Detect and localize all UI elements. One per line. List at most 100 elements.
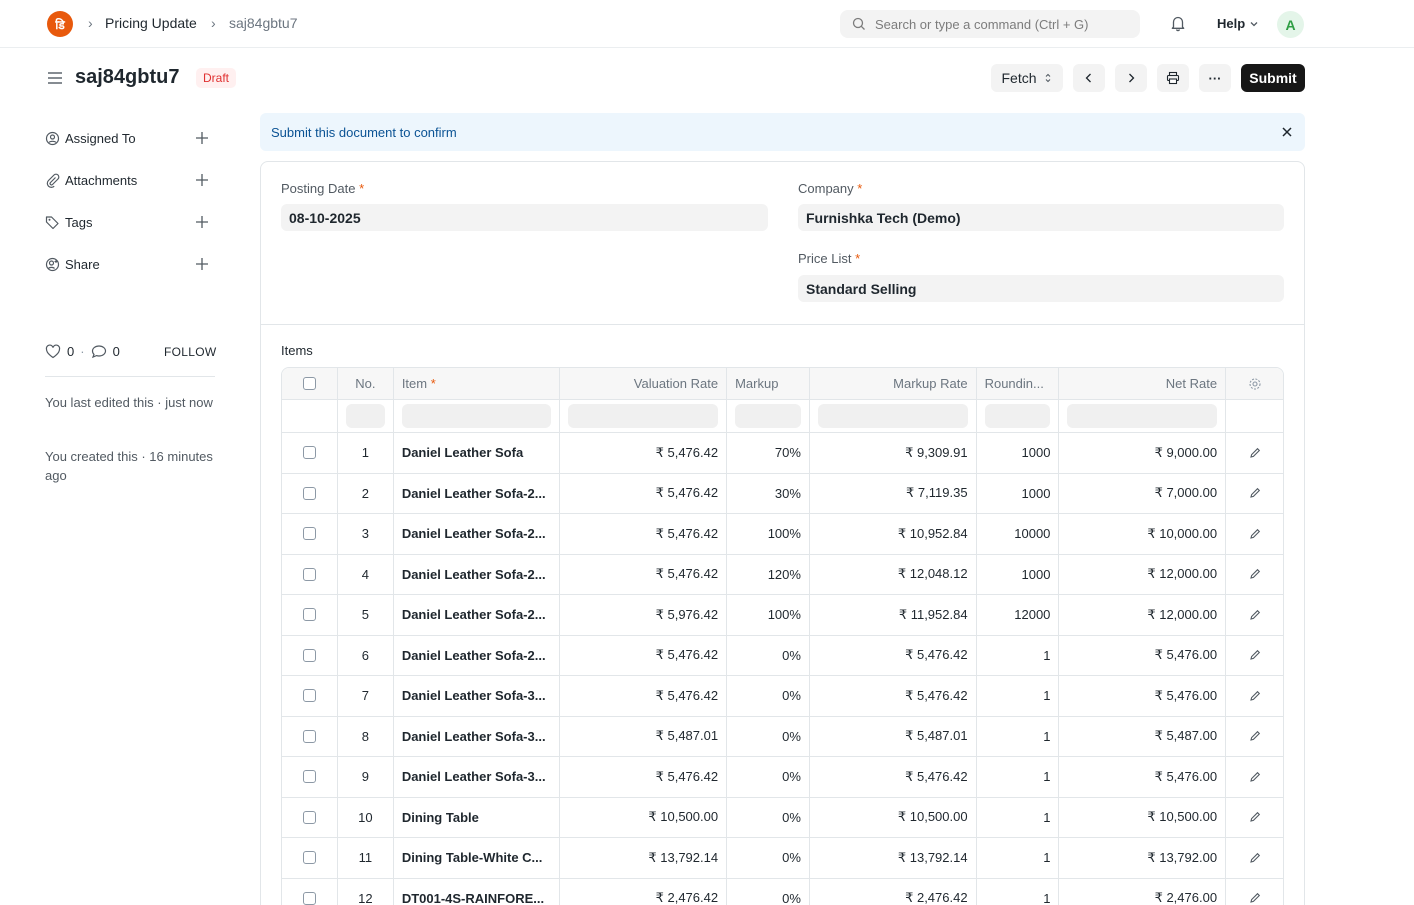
markup-rate-cell[interactable]: ₹ 5,476.42 [810, 635, 977, 675]
edit-row-button[interactable] [1226, 717, 1283, 757]
print-button[interactable] [1157, 64, 1189, 92]
item-code-cell[interactable]: Daniel Leather Sofa-3... [394, 676, 561, 716]
table-row[interactable]: 4 Daniel Leather Sofa-2... ₹ 5,476.42 120% ₹… [282, 554, 1283, 595]
rounding-cell[interactable]: 1 [977, 878, 1060, 905]
item-code-cell[interactable]: Daniel Leather Sofa-3... [394, 716, 561, 756]
row-checkbox[interactable] [302, 891, 316, 905]
sidebar-toggle-icon[interactable] [47, 70, 63, 86]
sidebar-item-share[interactable]: Share [45, 257, 100, 272]
markup-cell[interactable]: 100% [727, 595, 810, 635]
markup-cell[interactable]: 0% [727, 757, 810, 797]
filter-input-valuation-rate[interactable] [568, 404, 719, 428]
markup-rate-cell[interactable]: ₹ 5,476.42 [810, 676, 977, 716]
heart-icon[interactable] [45, 344, 61, 359]
markup-rate-cell[interactable]: ₹ 2,476.42 [810, 878, 977, 905]
markup-cell[interactable]: 0% [727, 716, 810, 756]
valuation-rate-cell[interactable]: ₹ 5,476.42 [560, 635, 728, 675]
item-code-cell[interactable]: Daniel Leather Sofa-2... [394, 595, 561, 635]
rounding-cell[interactable]: 12000 [977, 595, 1060, 635]
valuation-rate-cell[interactable]: ₹ 5,476.42 [560, 676, 728, 716]
select-all-checkbox[interactable] [302, 377, 316, 390]
net-rate-cell[interactable]: ₹ 12,000.00 [1059, 595, 1227, 635]
edit-row-button[interactable] [1226, 555, 1283, 595]
fetch-button[interactable]: Fetch [991, 64, 1063, 92]
edit-row-button[interactable] [1226, 676, 1283, 716]
markup-cell[interactable]: 100% [727, 514, 810, 554]
bell-icon[interactable] [1169, 14, 1187, 32]
markup-rate-cell[interactable]: ₹ 7,119.35 [810, 473, 977, 513]
table-row[interactable]: 8 Daniel Leather Sofa-3... ₹ 5,487.01 0% ₹ 5… [282, 716, 1283, 757]
rounding-cell[interactable]: 1000 [977, 554, 1060, 594]
valuation-rate-cell[interactable]: ₹ 2,476.42 [560, 878, 728, 905]
net-rate-cell[interactable]: ₹ 5,476.00 [1059, 757, 1227, 797]
rounding-cell[interactable]: 1 [977, 635, 1060, 675]
row-checkbox[interactable] [302, 446, 316, 460]
rounding-cell[interactable]: 1 [977, 676, 1060, 716]
table-row[interactable]: 2 Daniel Leather Sofa-2... ₹ 5,476.42 30% ₹ … [282, 473, 1283, 514]
breadcrumb-pricing-update[interactable]: Pricing Update [105, 15, 197, 31]
markup-cell[interactable]: 0% [727, 676, 810, 716]
edit-row-button[interactable] [1226, 798, 1283, 838]
net-rate-cell[interactable]: ₹ 9,000.00 [1059, 433, 1227, 473]
net-rate-cell[interactable]: ₹ 2,476.00 [1059, 878, 1227, 905]
markup-rate-cell[interactable]: ₹ 5,487.01 [810, 716, 977, 756]
table-row[interactable]: 11 Dining Table-White C... ₹ 13,792.14 0% ₹ … [282, 838, 1283, 879]
item-code-cell[interactable]: Dining Table [394, 797, 561, 837]
avatar[interactable]: A [1277, 11, 1304, 38]
valuation-rate-cell[interactable]: ₹ 13,792.14 [560, 838, 728, 878]
rounding-cell[interactable]: 10000 [977, 514, 1060, 554]
filter-input-net-rate[interactable] [1067, 404, 1218, 428]
filter-input-rounding[interactable] [984, 404, 1051, 428]
table-row[interactable]: 5 Daniel Leather Sofa-2... ₹ 5,976.42 100% ₹… [282, 595, 1283, 636]
table-row[interactable]: 9 Daniel Leather Sofa-3... ₹ 5,476.42 0% ₹ 5… [282, 757, 1283, 798]
rounding-cell[interactable]: 1 [977, 838, 1060, 878]
net-rate-cell[interactable]: ₹ 10,500.00 [1059, 797, 1227, 837]
comment-icon[interactable] [91, 344, 107, 359]
valuation-rate-cell[interactable]: ₹ 5,487.01 [560, 716, 728, 756]
table-row[interactable]: 10 Dining Table ₹ 10,500.00 0% ₹ 10,500.00 1 ₹… [282, 797, 1283, 838]
edit-row-button[interactable] [1226, 757, 1283, 797]
follow-button[interactable]: FOLLOW [164, 345, 216, 359]
previous-doc-button[interactable] [1073, 64, 1105, 92]
more-actions-button[interactable]: ··· [1199, 64, 1231, 92]
row-checkbox[interactable] [302, 851, 316, 865]
valuation-rate-cell[interactable]: ₹ 5,476.42 [560, 757, 728, 797]
breadcrumb-document[interactable]: saj84gbtu7 [229, 15, 298, 31]
table-row[interactable]: 3 Daniel Leather Sofa-2... ₹ 5,476.42 100% ₹… [282, 514, 1283, 555]
edit-row-button[interactable] [1226, 433, 1283, 473]
row-checkbox[interactable] [302, 486, 316, 500]
valuation-rate-cell[interactable]: ₹ 10,500.00 [560, 797, 728, 837]
filter-input-markup[interactable] [735, 404, 801, 428]
markup-cell[interactable]: 30% [727, 473, 810, 513]
add-share-icon[interactable] [195, 257, 209, 271]
item-code-cell[interactable]: Daniel Leather Sofa-2... [394, 514, 561, 554]
valuation-rate-cell[interactable]: ₹ 5,476.42 [560, 433, 728, 473]
settings-icon[interactable] [1248, 377, 1262, 391]
table-row[interactable]: 1 Daniel Leather Sofa ₹ 5,476.42 70% ₹ 9,309… [282, 433, 1283, 474]
item-code-cell[interactable]: Daniel Leather Sofa-2... [394, 473, 561, 513]
submit-button[interactable]: Submit [1241, 64, 1305, 92]
sidebar-item-tags[interactable]: Tags [45, 215, 92, 230]
row-checkbox[interactable] [302, 567, 316, 581]
item-code-cell[interactable]: Daniel Leather Sofa-2... [394, 635, 561, 675]
net-rate-cell[interactable]: ₹ 10,000.00 [1059, 514, 1227, 554]
valuation-rate-cell[interactable]: ₹ 5,976.42 [560, 595, 728, 635]
next-doc-button[interactable] [1115, 64, 1147, 92]
markup-rate-cell[interactable]: ₹ 10,952.84 [810, 514, 977, 554]
filter-input-item[interactable] [401, 404, 552, 428]
net-rate-cell[interactable]: ₹ 12,000.00 [1059, 554, 1227, 594]
edit-row-button[interactable] [1226, 879, 1283, 905]
item-code-cell[interactable]: Dining Table-White C... [394, 838, 561, 878]
price-list-field[interactable]: Standard Selling [798, 275, 1284, 302]
row-checkbox[interactable] [302, 648, 316, 662]
markup-rate-cell[interactable]: ₹ 5,476.42 [810, 757, 977, 797]
edit-row-button[interactable] [1226, 595, 1283, 635]
rounding-cell[interactable]: 1 [977, 716, 1060, 756]
app-logo[interactable]: डि [47, 11, 73, 37]
markup-rate-cell[interactable]: ₹ 12,048.12 [810, 554, 977, 594]
markup-cell[interactable]: 120% [727, 554, 810, 594]
search-input[interactable]: Search or type a command (Ctrl + G) [840, 10, 1140, 38]
markup-rate-cell[interactable]: ₹ 10,500.00 [810, 797, 977, 837]
edit-row-button[interactable] [1226, 636, 1283, 676]
filter-input-no[interactable] [345, 404, 385, 428]
